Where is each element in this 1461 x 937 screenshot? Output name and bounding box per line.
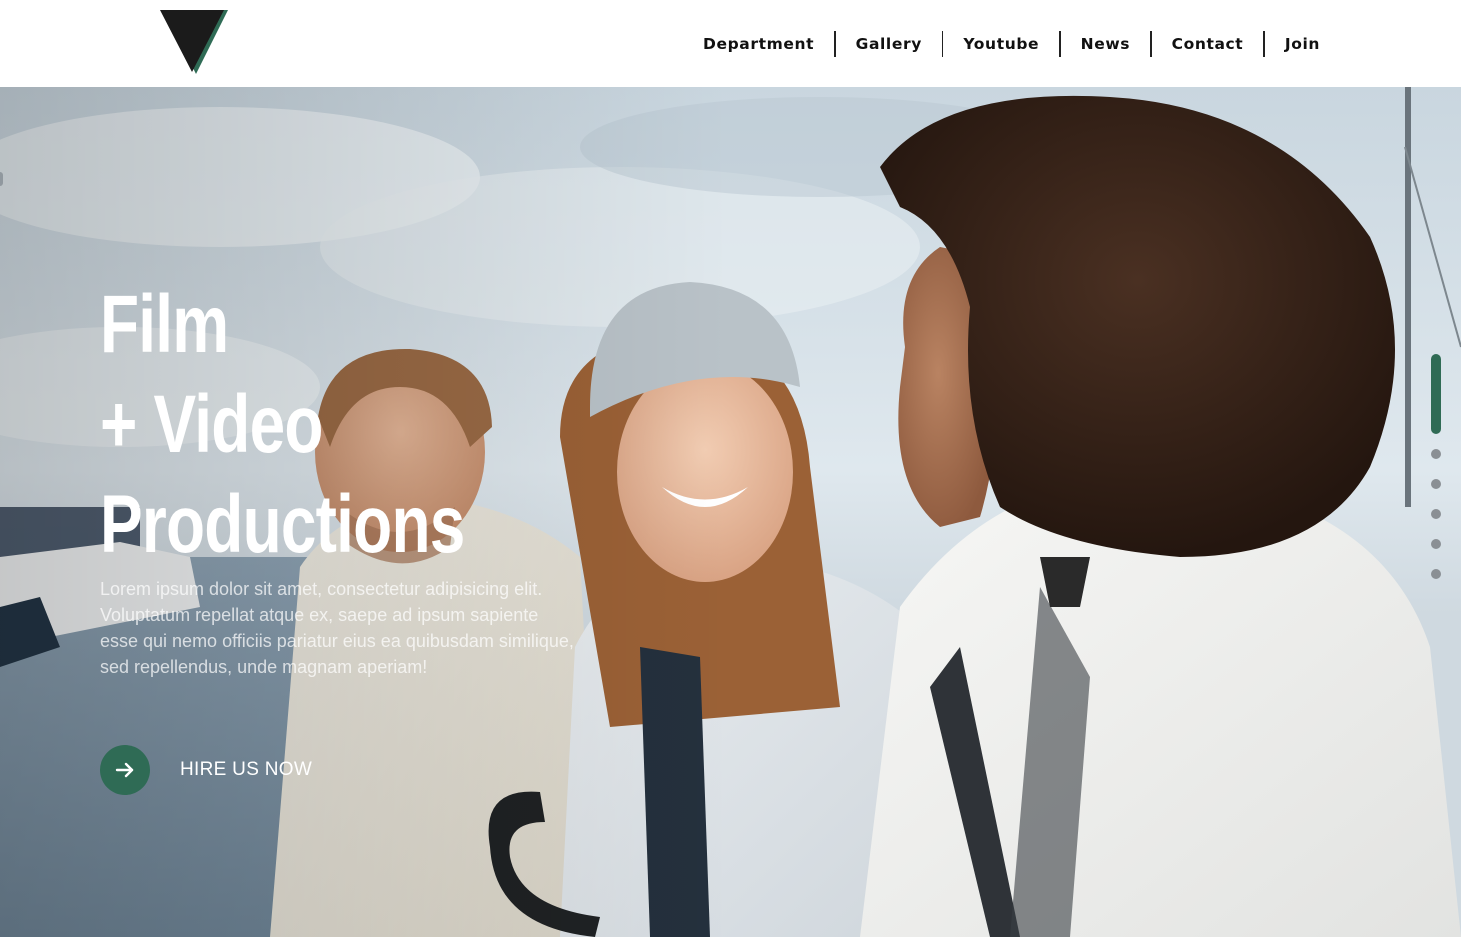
slide-dot[interactable] xyxy=(1431,509,1441,519)
nav-department[interactable]: Department xyxy=(683,31,834,57)
triangle-logo-icon[interactable] xyxy=(158,8,230,76)
slide-pagination xyxy=(1429,354,1443,599)
slide-dot-active[interactable] xyxy=(1431,354,1441,434)
hero-title-line: Productions xyxy=(100,479,465,570)
hero-title-line: + Video xyxy=(100,379,323,470)
slide-dot[interactable] xyxy=(1431,449,1441,459)
hire-us-link[interactable]: HIRE US NOW xyxy=(180,759,312,781)
nav-contact[interactable]: Contact xyxy=(1152,31,1264,57)
slide-dot[interactable] xyxy=(1431,539,1441,549)
nav-join[interactable]: Join xyxy=(1265,31,1320,57)
nav-youtube[interactable]: Youtube xyxy=(943,31,1059,57)
slide-dot[interactable] xyxy=(1431,569,1441,579)
arrow-right-icon xyxy=(115,762,134,778)
nav-gallery[interactable]: Gallery xyxy=(836,31,942,57)
top-navbar: Department Gallery Youtube News Contact … xyxy=(0,0,1461,87)
nav-news[interactable]: News xyxy=(1061,31,1150,57)
hire-us-cta: HIRE US NOW xyxy=(100,745,312,795)
hire-us-button[interactable] xyxy=(100,745,150,795)
prev-slide-handle[interactable] xyxy=(0,172,3,186)
slide-dot[interactable] xyxy=(1431,479,1441,489)
main-nav: Department Gallery Youtube News Contact … xyxy=(683,31,1320,57)
hero-section: Film + Video Productions Lorem ipsum dol… xyxy=(0,87,1461,937)
hero-title: Film + Video Productions xyxy=(100,275,465,575)
hero-description: Lorem ipsum dolor sit amet, consectetur … xyxy=(100,579,574,677)
hero-title-line: Film xyxy=(100,279,229,370)
